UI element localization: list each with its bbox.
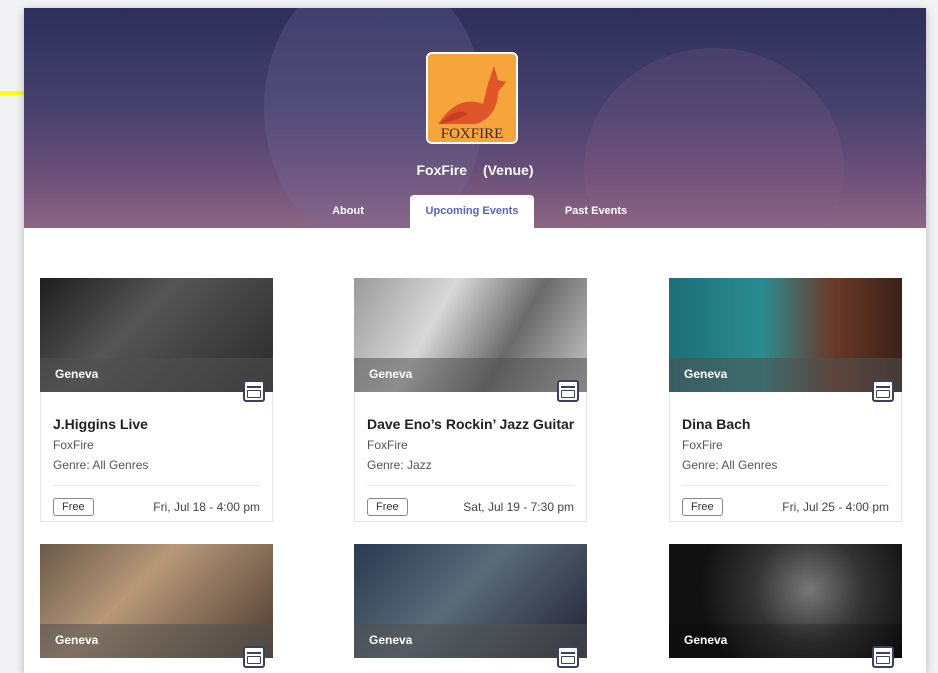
event-genre: Genre: Jazz [367, 458, 432, 472]
event-datetime: Fri, Jul 25 - 4:00 pm [782, 500, 889, 514]
event-city: Geneva [55, 367, 99, 381]
venue-logo: FOXFIRE [426, 52, 518, 144]
tab-bar: About Upcoming Events Past Events [24, 195, 926, 228]
venue-page: FOXFIRE FoxFire (Venue) About Upcoming E… [24, 8, 926, 673]
event-city: Geneva [369, 633, 413, 647]
event-title[interactable]: Dave Eno’s Rockin’ Jazz Guitar [367, 392, 574, 432]
event-card[interactable]: Geneva J.Higgins Live FoxFire Genre: All… [40, 278, 273, 522]
event-city: Geneva [55, 633, 99, 647]
event-card[interactable]: Geneva [669, 544, 902, 668]
event-city: Geneva [684, 367, 728, 381]
venue-type: (Venue) [482, 162, 534, 178]
tab-upcoming-events[interactable]: Upcoming Events [410, 195, 534, 228]
price-badge: Free [682, 498, 723, 516]
event-city: Geneva [369, 367, 413, 381]
event-venue: FoxFire [682, 438, 723, 452]
event-venue: FoxFire [53, 438, 94, 452]
venue-name: FoxFire [416, 162, 468, 178]
event-image[interactable]: Geneva [669, 544, 902, 658]
calendar-icon[interactable] [872, 646, 894, 668]
tab-past-events[interactable]: Past Events [554, 195, 638, 228]
tab-about[interactable]: About [320, 195, 376, 228]
event-card[interactable]: Geneva [40, 544, 273, 668]
event-image[interactable]: Geneva [354, 544, 587, 658]
venue-header: FOXFIRE FoxFire (Venue) About Upcoming E… [24, 8, 926, 228]
price-badge: Free [367, 498, 408, 516]
event-image[interactable]: Geneva [40, 278, 273, 392]
calendar-icon[interactable] [557, 380, 579, 402]
event-datetime: Sat, Jul 19 - 7:30 pm [463, 500, 574, 514]
venue-title: FoxFire (Venue) [24, 162, 926, 178]
event-card[interactable]: Geneva Dina Bach FoxFire Genre: All Genr… [669, 278, 902, 522]
event-title[interactable]: J.Higgins Live [53, 392, 260, 432]
event-image[interactable]: Geneva [40, 544, 273, 658]
event-datetime: Fri, Jul 18 - 4:00 pm [153, 500, 260, 514]
calendar-icon[interactable] [557, 646, 579, 668]
event-city: Geneva [684, 633, 728, 647]
calendar-icon[interactable] [243, 646, 265, 668]
event-genre: Genre: All Genres [53, 458, 149, 472]
calendar-icon[interactable] [243, 380, 265, 402]
logo-text: FOXFIRE [441, 126, 504, 142]
event-card[interactable]: Geneva [354, 544, 587, 668]
event-genre: Genre: All Genres [682, 458, 778, 472]
event-card[interactable]: Geneva Dave Eno’s Rockin’ Jazz Guitar Fo… [354, 278, 587, 522]
event-image[interactable]: Geneva [669, 278, 902, 392]
event-venue: FoxFire [367, 438, 408, 452]
event-title[interactable]: Dina Bach [682, 392, 889, 432]
price-badge: Free [53, 498, 94, 516]
calendar-icon[interactable] [872, 380, 894, 402]
event-image[interactable]: Geneva [354, 278, 587, 392]
